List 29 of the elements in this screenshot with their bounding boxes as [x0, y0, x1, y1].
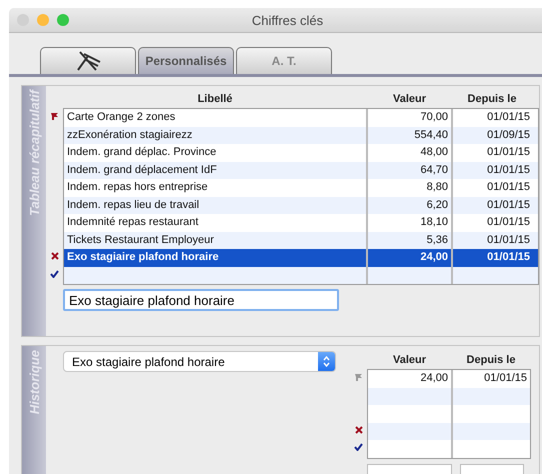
delete-icon[interactable]	[354, 426, 362, 434]
table-cell-text: 01/01/15	[486, 250, 531, 265]
table-cell-text: 01/01/15	[486, 180, 531, 195]
table-cell-text: 01/01/15	[486, 162, 531, 178]
column-header: Libellé	[196, 93, 234, 105]
stepper-icon	[323, 356, 330, 367]
tab[interactable]: Personnalisés	[138, 47, 234, 74]
table-cell-text: 01/01/15	[486, 145, 531, 160]
column-header: Depuis le	[466, 93, 518, 105]
column-header: Valeur	[392, 93, 428, 105]
delete-icon[interactable]	[50, 252, 58, 260]
table-cell-text: 01/01/15	[486, 110, 531, 125]
panel-title: Tableau récapitulatif	[26, 88, 42, 216]
panel-title: Historique	[26, 349, 42, 414]
flag-icon	[355, 374, 362, 381]
table-cell-text: 01/01/15	[486, 198, 531, 212]
table-cell-text: 01/01/15	[483, 371, 528, 386]
flag-icon	[51, 112, 58, 120]
column-header: Valeur	[392, 354, 428, 366]
window-title: Chiffres clés	[250, 12, 324, 28]
dropdown[interactable]: Exo stagiaire plafond horaire	[63, 351, 336, 372]
check-icon[interactable]	[354, 443, 363, 452]
input-field[interactable]: Exo stagiaire plafond horaire	[63, 289, 339, 311]
table-cell-text: 01/09/15	[486, 128, 531, 142]
column-header: Depuis le	[466, 354, 516, 366]
tab[interactable]	[40, 47, 136, 74]
table-cell-text: 01/01/15	[486, 215, 531, 230]
table-cell-text: 01/01/15	[486, 232, 531, 248]
check-icon[interactable]	[50, 270, 59, 278]
